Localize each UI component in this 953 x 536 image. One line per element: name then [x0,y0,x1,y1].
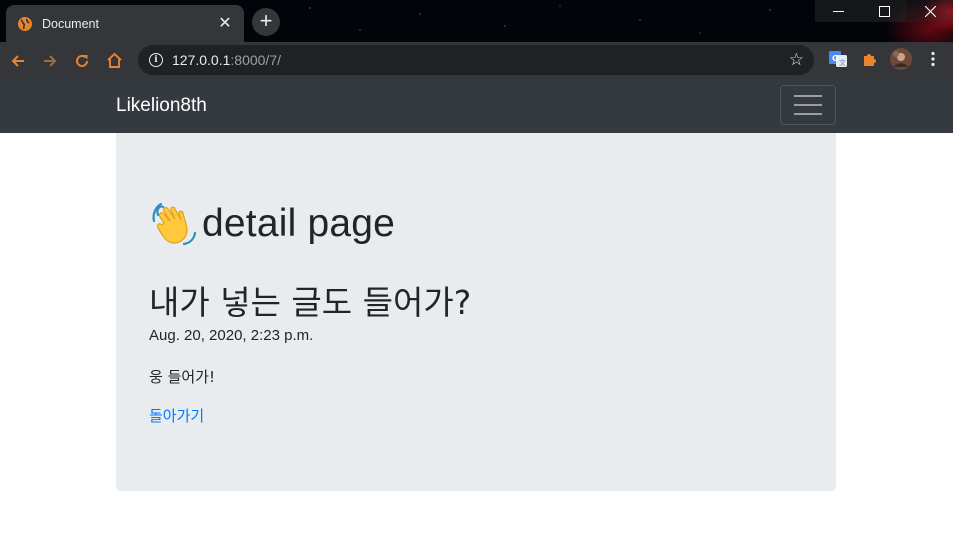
back-link[interactable]: 돌아가기 [149,405,204,426]
site-navbar: Likelion8th [0,79,953,133]
browser-tab[interactable]: Document ✕ [6,5,244,42]
puzzle-icon [863,53,876,66]
hamburger-icon-bar [794,113,822,115]
detail-panel: detail page 내가 넣는 글도 들어가? Aug. 20, 2020,… [116,133,836,491]
post-date: Aug. 20, 2020, 2:23 p.m. [149,327,314,344]
waving-hand-icon [152,202,197,246]
arrow-right-icon [44,54,57,67]
reload-button[interactable] [66,45,98,77]
minimize-button[interactable] [815,0,861,22]
address-bar[interactable]: i 127.0.0.1:8000/7/ ☆ [138,45,814,75]
navbar-toggler-button[interactable] [780,85,836,125]
maximize-button[interactable] [861,0,907,22]
page-title: detail page [202,202,396,245]
forward-button[interactable] [34,45,66,77]
profile-avatar-icon [890,48,912,70]
url-path: :8000/7/ [230,52,281,68]
navbar-brand-link[interactable]: Likelion8th [116,95,207,117]
browser-toolbar: i 127.0.0.1:8000/7/ ☆ G 文 [0,42,953,79]
translate-extension-button[interactable]: G 文 [826,47,850,71]
tab-title: Document [42,16,99,31]
star-icon[interactable]: ☆ [789,50,804,70]
svg-text:G: G [832,54,839,63]
translate-icon: G 文 [829,51,847,67]
hamburger-icon-bar [794,104,822,106]
close-icon [924,5,936,17]
post-body: 웅 들어가! [149,368,215,386]
window-close-button[interactable] [907,0,953,22]
back-button[interactable] [2,45,34,77]
home-icon [106,52,122,68]
minimize-icon [832,10,844,12]
new-tab-button[interactable]: + [252,8,280,36]
kebab-menu-icon [931,51,935,67]
browser-menu-button[interactable] [921,47,945,71]
maximize-icon [878,5,890,17]
url-text[interactable]: 127.0.0.1:8000/7/ [172,52,789,68]
extensions-button[interactable] [857,47,881,71]
window-controls [815,0,953,22]
home-button[interactable] [98,45,130,77]
avatar[interactable] [889,47,913,71]
post-title: 내가 넣는 글도 들어가? [149,283,472,322]
browser-titlebar: Document ✕ + [0,0,953,42]
reload-icon [76,54,88,67]
svg-text:文: 文 [839,58,846,67]
close-icon[interactable]: ✕ [216,15,234,32]
url-host: 127.0.0.1 [172,52,231,68]
hamburger-icon-bar [794,95,822,97]
globe-icon [18,16,32,31]
arrow-left-icon [11,54,24,67]
info-icon[interactable]: i [149,53,163,67]
page-heading: detail page [150,199,395,249]
